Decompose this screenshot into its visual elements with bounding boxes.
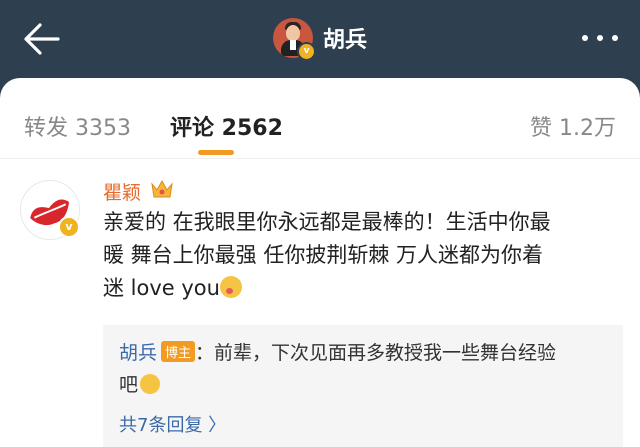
arrow-left-icon[interactable] xyxy=(22,20,62,58)
profile-header[interactable]: v 胡兵 xyxy=(273,16,368,61)
avatar[interactable]: v xyxy=(273,18,316,61)
reply-thread[interactable]: 胡兵 博主 ：前辈，下次见面再多教授我一些舞台经验 吧 共7条回复 〉 xyxy=(103,325,623,447)
crown-icon xyxy=(151,179,173,198)
comment-line-2: 暖 舞台上你最强 任你披荆斩棘 万人迷都为你着 xyxy=(103,243,544,267)
comments-panel: 转发 3353 评论 2562 赞 1.2万 v 瞿颖 亲爱的 在我眼里你永远都… xyxy=(0,78,640,447)
comment-line-1: 亲爱的 在我眼里你永远都是最棒的！生活中你最 xyxy=(103,210,551,234)
tab-comments[interactable]: 评论 2562 xyxy=(170,110,283,142)
active-tab-indicator xyxy=(198,150,234,155)
top-bar: v 胡兵 xyxy=(0,0,640,78)
tab-likes[interactable]: 赞 1.2万 xyxy=(530,110,616,142)
page-title: 胡兵 xyxy=(323,28,368,53)
verified-v-icon: v xyxy=(297,42,316,61)
verified-v-icon: v xyxy=(58,216,80,238)
comment-author[interactable]: 瞿颖 xyxy=(103,178,141,205)
blush-emoji-icon xyxy=(219,276,242,298)
divider xyxy=(0,158,640,159)
view-replies-link[interactable]: 共7条回复 〉 xyxy=(119,411,226,437)
smile-emoji-icon xyxy=(140,374,161,394)
reply-line-2: 吧 xyxy=(119,370,161,397)
blogger-badge: 博主 xyxy=(161,341,196,362)
comment-line-3: 迷 love you xyxy=(103,272,623,305)
reply-line-1: 胡兵 博主 ：前辈，下次见面再多教授我一些舞台经验 xyxy=(119,338,556,365)
comment-text: 亲爱的 在我眼里你永远都是最棒的！生活中你最 暖 舞台上你最强 任你披荆斩棘 万… xyxy=(103,206,623,305)
tab-bar: 转发 3353 评论 2562 赞 1.2万 xyxy=(0,78,640,156)
more-dots-icon[interactable] xyxy=(582,32,618,44)
reply-author[interactable]: 胡兵 xyxy=(119,342,157,364)
tab-repost[interactable]: 转发 3353 xyxy=(24,110,131,142)
reply-text: ：前辈，下次见面再多教授我一些舞台经验 xyxy=(195,342,557,364)
